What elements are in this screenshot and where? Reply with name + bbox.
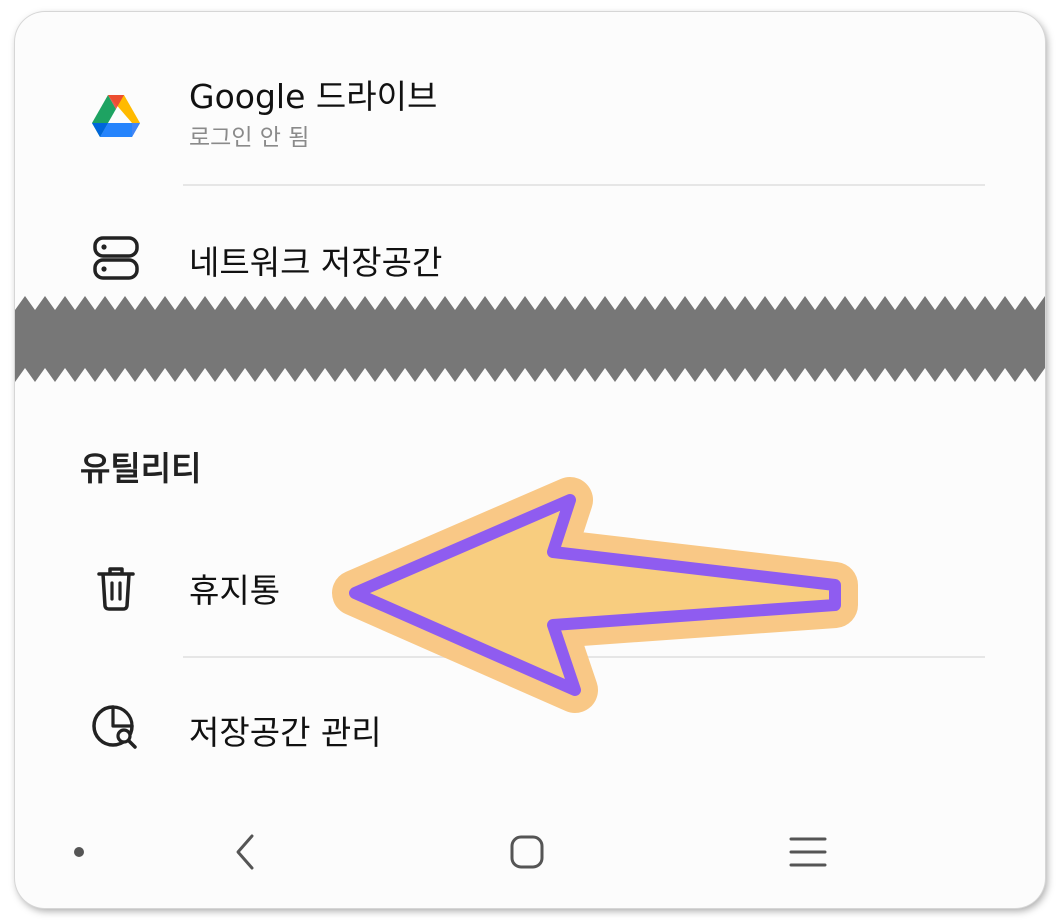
screenshot-cut-band (15, 296, 1045, 382)
utility-item-title: 저장공간 관리 (189, 713, 382, 752)
home-icon[interactable] (487, 812, 567, 892)
trash-icon (90, 562, 142, 614)
storage-item-title: Google 드라이브 (189, 77, 438, 116)
my-files-panel: Google 드라이브 로그인 안 됨 네트워크 저장공간 유틸리티 휴지통 저… (15, 12, 1045, 908)
utility-item-title: 휴지통 (189, 571, 281, 610)
storage-analysis-icon (90, 702, 142, 754)
storage-item-title: 네트워크 저장공간 (189, 243, 443, 282)
network-storage-icon (90, 232, 142, 284)
utility-item-storage-management[interactable]: 저장공간 관리 (15, 672, 1045, 782)
storage-item-subtitle: 로그인 안 됨 (189, 125, 310, 151)
recents-icon[interactable] (768, 812, 848, 892)
system-navigation-bar (15, 812, 1045, 892)
divider (183, 184, 985, 186)
utility-item-trash[interactable]: 휴지통 (15, 542, 1045, 652)
google-drive-icon (90, 90, 142, 142)
storage-item-network[interactable]: 네트워크 저장공간 (15, 202, 1045, 302)
storage-item-google-drive[interactable]: Google 드라이브 로그인 안 됨 (15, 52, 1045, 192)
divider (183, 656, 985, 658)
dot-indicator-icon (39, 812, 119, 892)
section-header-utilities: 유틸리티 (80, 449, 202, 488)
back-icon[interactable] (205, 812, 285, 892)
